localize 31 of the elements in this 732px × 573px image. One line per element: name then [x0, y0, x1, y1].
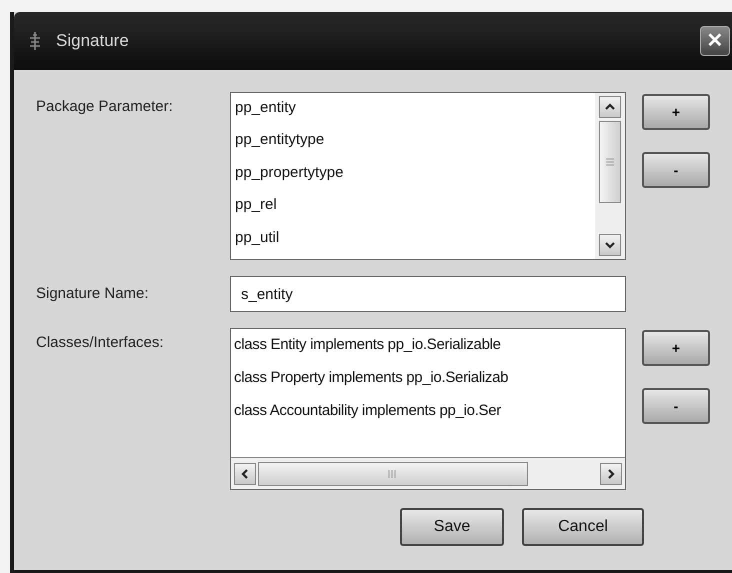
vertical-scrollbar[interactable]	[595, 93, 625, 259]
list-item[interactable]: class Entity implements pp_io.Serializable	[234, 334, 625, 367]
close-button[interactable]: ✕	[700, 26, 730, 56]
list-item[interactable]: pp_entity	[235, 97, 595, 130]
remove-button[interactable]: -	[642, 388, 710, 424]
list-item[interactable]: pp_rel	[235, 194, 595, 227]
field-label: Package Parameter:	[36, 97, 174, 117]
list-item[interactable]: pp_entitytype	[235, 129, 595, 162]
field-label: Signature Name:	[36, 284, 150, 304]
dialog-button[interactable]: Cancel	[522, 508, 644, 546]
scroll-left-icon[interactable]	[234, 462, 256, 484]
signature-name-field[interactable]: s_entity	[230, 276, 626, 312]
remove-button[interactable]: -	[642, 152, 710, 188]
scroll-up-icon[interactable]	[599, 96, 621, 118]
package-list[interactable]: pp_entity pp_entitytype pp_propertytype pp_rel pp_util	[230, 92, 626, 260]
add-button[interactable]: +	[642, 94, 710, 130]
list-item[interactable]: pp_util	[235, 226, 595, 260]
add-button[interactable]: +	[642, 330, 710, 366]
window-title: Signature	[56, 30, 129, 52]
field-label: Classes/Interfaces:	[36, 333, 165, 353]
dialog-button[interactable]: Save	[400, 508, 504, 546]
scroll-thumb[interactable]	[599, 121, 621, 203]
scroll-right-icon[interactable]	[600, 462, 622, 484]
app-icon	[28, 31, 42, 51]
scroll-thumb[interactable]	[258, 462, 528, 486]
list-item[interactable]: class Accountability implements pp_io.Ser	[234, 400, 625, 433]
horizontal-scrollbar[interactable]	[231, 457, 625, 489]
classes-list[interactable]: class Entity implements pp_io.Serializable class Property implements pp_io.Serializab class Accountability implements pp_io.Ser	[230, 328, 626, 490]
list-item[interactable]: pp_propertytype	[235, 162, 595, 194]
scroll-down-icon[interactable]	[599, 234, 621, 256]
list-item[interactable]: class Property implements pp_io.Serializab	[234, 367, 625, 400]
